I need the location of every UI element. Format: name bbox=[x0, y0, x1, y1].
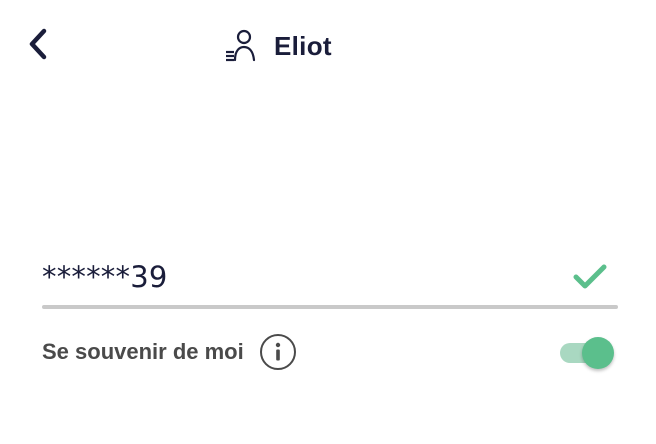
toggle-thumb bbox=[582, 337, 614, 369]
user-list-icon bbox=[222, 27, 260, 65]
header-user: Eliot bbox=[222, 24, 332, 68]
chevron-left-icon bbox=[27, 27, 49, 66]
remember-me-toggle[interactable] bbox=[558, 337, 614, 369]
remember-me-row: Se souvenir de moi bbox=[42, 330, 618, 374]
login-field[interactable]: ******39 bbox=[42, 250, 618, 308]
login-field-value: ******39 bbox=[42, 260, 168, 294]
remember-me-label: Se souvenir de moi bbox=[42, 339, 244, 364]
check-icon bbox=[572, 262, 608, 292]
page-title: Eliot bbox=[274, 30, 332, 61]
login-field-underline bbox=[42, 305, 618, 309]
info-icon[interactable] bbox=[259, 334, 296, 370]
back-button[interactable] bbox=[18, 26, 58, 66]
